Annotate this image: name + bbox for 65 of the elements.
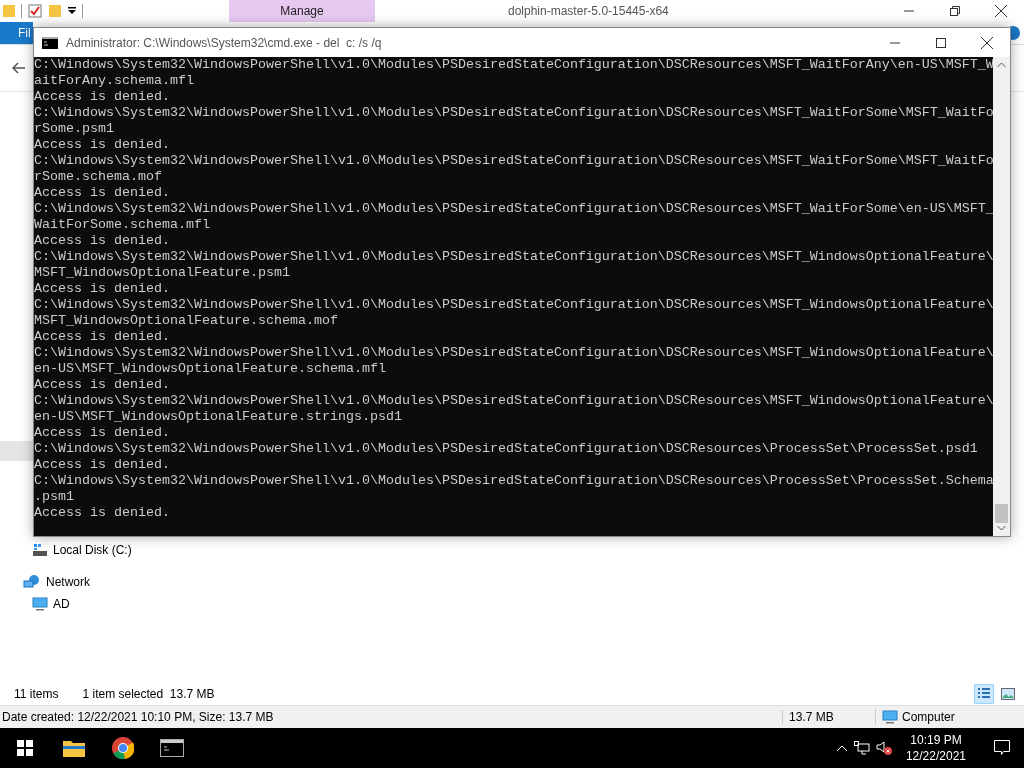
- window-title: dolphin-master-5.0-15445-x64: [507, 4, 670, 18]
- console-line: Access is denied.: [34, 89, 170, 105]
- console-line: Access is denied.: [34, 281, 170, 297]
- selection-info: 1 item selected 13.7 MB: [82, 687, 215, 701]
- details-view-icon: [977, 687, 991, 701]
- back-arrow-icon[interactable]: [12, 62, 26, 74]
- console-line: rSome.psm1: [34, 121, 114, 137]
- console-line: aitForAny.schema.mfl: [34, 73, 194, 89]
- console-line: C:\Windows\System32\WindowsPowerShell\v1.0\Modules\PSDesiredStateConfiguration\DSCResources\MSFT_WaitForSome\en-US\MSFT_: [34, 201, 993, 217]
- console-line: en-US\MSFT_WindowsOptionalFeature.strings.psd1: [34, 409, 402, 425]
- nav-item[interactable]: Local Disk (C:): [53, 543, 132, 557]
- volume-muted-icon[interactable]: [875, 741, 892, 755]
- console-line: C:\Windows\System32\WindowsPowerShell\v1.0\Modules\PSDesiredStateConfiguration\DSCResources\MSFT_WindowsOptionalFeature\: [34, 345, 993, 361]
- console-line: C:\Windows\System32\WindowsPowerShell\v1.0\Modules\PSDesiredStateConfiguration\DSCResources\ProcessSet\ProcessSet.psd1: [34, 441, 978, 457]
- chevron-up-icon[interactable]: [835, 744, 848, 752]
- console-line: C:\Windows\System32\WindowsPowerShell\v1.0\Modules\PSDesiredStateConfiguration\DSCResources\MSFT_WindowsOptionalFeature\: [34, 249, 993, 265]
- clock-time[interactable]: 10:19 PM: [910, 732, 962, 748]
- network-icon[interactable]: [853, 741, 870, 755]
- console-line: Access is denied.: [34, 137, 170, 153]
- scroll-thumb[interactable]: [995, 504, 1008, 523]
- manage-tab[interactable]: Manage: [229, 0, 375, 22]
- monitor-icon: [32, 596, 48, 612]
- maximize-icon[interactable]: [936, 37, 946, 48]
- console-line: Access is denied.: [34, 457, 170, 473]
- console-line: MSFT_WindowsOptionalFeature.schema.mof: [34, 313, 338, 329]
- nav-item[interactable]: Network: [46, 575, 90, 589]
- console-icon: [42, 36, 58, 49]
- console-line: C:\Windows\System32\WindowsPowerShell\v1.0\Modules\PSDesiredStateConfiguration\DSCResources\MSFT_WindowsOptionalFeature\: [34, 297, 993, 313]
- drive-icon: [32, 542, 48, 558]
- file-details: Date created: 12/22/2021 10:10 PM, Size: 13.7 MB: [1, 710, 275, 724]
- details-view-button[interactable]: [974, 684, 994, 704]
- windows-start-icon[interactable]: [16, 740, 33, 756]
- console-line: Access is denied.: [34, 425, 170, 441]
- console-line: Access is denied.: [34, 505, 170, 521]
- monitor-icon: [882, 709, 898, 725]
- console-line: C:\Windows\System32\WindowsPowerShell\v1.0\Modules\PSDesiredStateConfiguration\DSCResources\MSFT_WaitForSome\MSFT_WaitFo: [34, 153, 993, 169]
- console-line: .psm1: [34, 489, 74, 505]
- close-icon[interactable]: [995, 5, 1007, 17]
- close-icon[interactable]: [981, 36, 993, 49]
- properties-icon[interactable]: [28, 4, 42, 18]
- file-size: 13.7 MB: [782, 710, 875, 724]
- console-line: Access is denied.: [34, 377, 170, 393]
- item-count: 11 items: [14, 687, 59, 701]
- console-line: C:\Windows\System32\WindowsPowerShell\v1.0\Modules\PSDesiredStateConfiguration\DSCResources\MSFT_WaitForSome\MSFT_WaitFo: [34, 105, 993, 121]
- console-line: MSFT_WindowsOptionalFeature.psm1: [34, 265, 290, 281]
- network-icon: [23, 574, 41, 590]
- console-line: Access is denied.: [34, 233, 170, 249]
- console-title: Administrator: C:\Windows\System32\cmd.exe - del c: /s /q: [66, 35, 383, 50]
- console-line: Access is denied.: [34, 185, 170, 201]
- console-line: C:\Windows\System32\WindowsPowerShell\v1.0\Modules\PSDesiredStateConfiguration\DSCResources\ProcessSet\ProcessSet.Schema: [34, 473, 993, 489]
- console-line: C:\Windows\System32\WindowsPowerShell\v1.0\Modules\PSDesiredStateConfiguration\DSCResources\MSFT_WaitForAny\en-US\MSFT_W: [34, 57, 993, 73]
- location-label: Computer: [902, 710, 955, 724]
- clock-date[interactable]: 12/22/2021: [905, 748, 966, 764]
- caret-icon[interactable]: [68, 6, 76, 16]
- file-tab[interactable]: Fil: [0, 22, 33, 44]
- restore-icon[interactable]: [950, 6, 960, 16]
- console-line: Access is denied.: [34, 329, 170, 345]
- nav-item[interactable]: AD: [53, 597, 70, 611]
- large-icons-view-icon: [1001, 688, 1015, 700]
- console-line: rSome.schema.mof: [34, 169, 162, 185]
- notification-icon[interactable]: [994, 740, 1010, 756]
- console-line: WaitForSome.schema.mfl: [34, 217, 210, 233]
- console-line: en-US\MSFT_WindowsOptionalFeature.schema.mfl: [34, 361, 386, 377]
- scrollbar[interactable]: [993, 57, 1010, 536]
- console-line: C:\Windows\System32\WindowsPowerShell\v1.0\Modules\PSDesiredStateConfiguration\DSCResources\MSFT_WindowsOptionalFeature\: [34, 393, 993, 409]
